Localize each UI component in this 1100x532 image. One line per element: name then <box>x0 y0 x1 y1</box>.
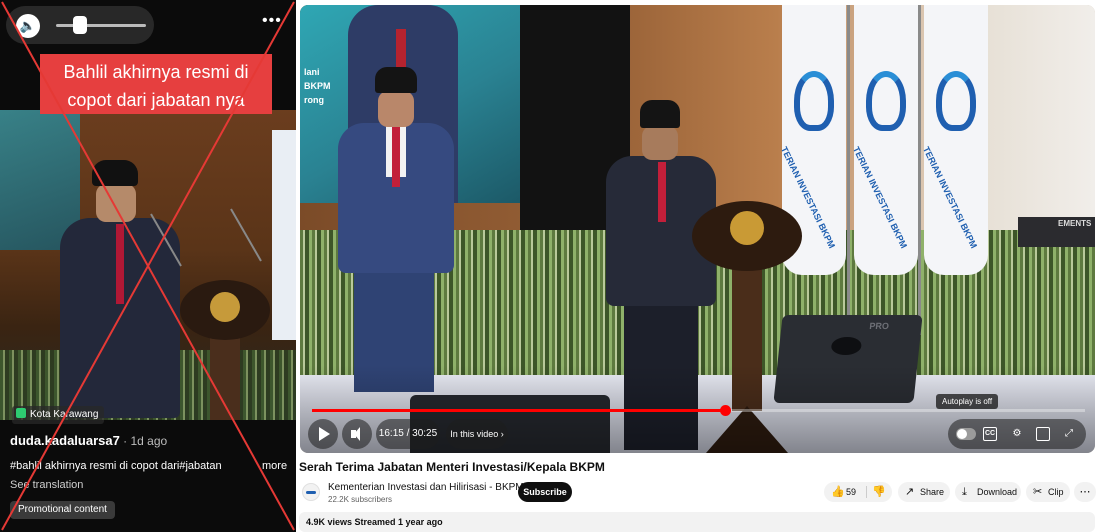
channel-name[interactable]: Kementerian Investasi dan Hilirisasi - B… <box>328 482 524 493</box>
flag-text: TERIAN INVESTASI BKPM <box>921 145 980 250</box>
red-cross-overlay <box>1 1 295 531</box>
video-title: Serah Terima Jabatan Menteri Investasi/K… <box>299 460 605 474</box>
right-controls: CC ⚙ ⤢ <box>948 419 1086 449</box>
progress-bar[interactable] <box>312 405 1085 416</box>
flag-text: TERIAN INVESTASI BKPM <box>779 145 838 250</box>
keyboard-brand: EMENTS <box>1058 219 1092 228</box>
more-actions-button[interactable]: ⋯ <box>1074 482 1096 502</box>
play-icon <box>319 427 330 441</box>
flag: TERIAN INVESTASI BKPM <box>851 5 918 275</box>
download-button[interactable]: ⤓ Download <box>955 482 1021 502</box>
autoplay-toggle[interactable] <box>956 428 976 440</box>
volume-icon-cone <box>354 427 360 441</box>
progress-scrubber[interactable] <box>720 405 731 416</box>
screen-label: BKPM <box>304 81 331 91</box>
keyboard-instrument: EMENTS <box>1018 217 1095 247</box>
share-button[interactable]: ↗ Share <box>898 482 950 502</box>
subscribe-button[interactable]: Subscribe <box>518 482 572 502</box>
ministry-logo <box>936 71 976 131</box>
captions-icon[interactable]: CC <box>983 427 997 441</box>
screen-label: rong <box>304 95 324 105</box>
short-video-panel: 🔈 ••• Bahlil akhirnya resmi di copot dar… <box>0 0 296 532</box>
video-player[interactable]: lani BKPM rong TERIAN INVESTASI BKPM TERIA… <box>300 5 1095 453</box>
share-label: Share <box>920 487 945 497</box>
share-icon: ↗ <box>905 486 915 498</box>
time-display: 16:15 / 30:25 <box>376 419 440 449</box>
progress-fill <box>312 409 725 412</box>
ellipsis-icon: ⋯ <box>1079 486 1091 498</box>
download-icon: ⤓ <box>962 486 967 498</box>
download-label: Download <box>977 487 1018 497</box>
view-count-and-date: 4.9K views Streamed 1 year ago <box>306 517 443 527</box>
dislike-icon[interactable]: 👎 <box>872 482 886 502</box>
flag-text: TERIAN INVESTASI BKPM <box>851 145 910 250</box>
divider <box>866 486 867 498</box>
miniplayer-icon[interactable] <box>1036 427 1050 441</box>
ministry-logo <box>794 71 834 131</box>
scissors-icon: ✂ <box>1033 486 1043 498</box>
flag-pole <box>918 5 921 335</box>
like-dislike-group: 👍 59 👎 <box>824 482 892 502</box>
screenshot-root: 🔈 ••• Bahlil akhirnya resmi di copot dar… <box>0 0 1100 532</box>
ministry-logo <box>866 71 906 131</box>
standing-official <box>334 67 454 397</box>
screen-label: lani <box>304 67 320 77</box>
clip-button[interactable]: ✂ Clip <box>1026 482 1070 502</box>
like-count[interactable]: 59 <box>846 482 856 502</box>
flag-pole <box>847 5 850 335</box>
subscriber-count: 22.2K subscribers <box>328 495 393 504</box>
play-button[interactable] <box>308 419 338 449</box>
clip-label: Clip <box>1048 487 1064 497</box>
mute-button[interactable] <box>342 419 372 449</box>
flag: TERIAN INVESTASI BKPM <box>921 5 988 275</box>
settings-gear-icon[interactable]: ⚙ <box>1010 427 1024 441</box>
like-icon[interactable]: 👍 <box>831 482 845 502</box>
chapter-button[interactable]: In this video › <box>446 419 508 449</box>
channel-avatar[interactable] <box>302 483 320 501</box>
autoplay-tooltip: Autoplay is off <box>936 394 999 409</box>
fullscreen-icon[interactable]: ⤢ <box>1062 427 1076 441</box>
speaker-brand: PRO <box>868 321 890 331</box>
